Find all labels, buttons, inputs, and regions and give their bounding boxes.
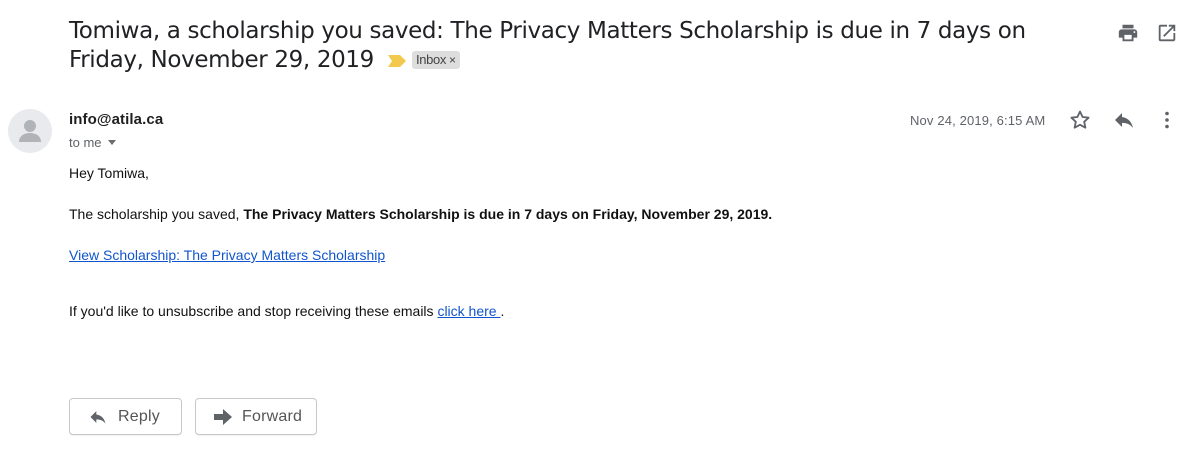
message-date: Nov 24, 2019, 6:15 AM	[910, 113, 1046, 128]
reply-icon[interactable]	[1112, 108, 1136, 132]
forward-button[interactable]: Forward	[195, 398, 317, 435]
body-paragraph-prefix: The scholarship you saved,	[69, 206, 244, 222]
person-icon	[19, 120, 41, 142]
recipient-label: to me	[69, 135, 102, 150]
unsubscribe-suffix: .	[500, 303, 505, 319]
sender-address: info@atila.ca	[69, 111, 164, 128]
forward-arrow-icon	[214, 408, 232, 425]
forward-button-label: Forward	[242, 407, 303, 425]
recipient-details-toggle[interactable]: to me	[69, 135, 116, 150]
inbox-label-text: Inbox	[415, 51, 447, 67]
chevron-down-icon	[107, 140, 116, 146]
star-icon[interactable]	[1068, 108, 1092, 132]
inbox-label: Inbox ×	[411, 50, 460, 69]
sender-avatar	[8, 109, 52, 153]
reply-button-label: Reply	[118, 407, 160, 425]
reply-arrow-icon	[90, 410, 106, 424]
body-paragraph-bold: The Privacy Matters Scholarship is due i…	[243, 206, 773, 222]
unsubscribe-paragraph: If you'd like to unsubscribe and stop re…	[69, 303, 504, 319]
subject-text: Tomiwa, a scholarship you saved: The Pri…	[69, 18, 1026, 73]
view-scholarship-link-text[interactable]: View Scholarship: The Privacy Matters Sc…	[69, 247, 385, 263]
more-vert-icon[interactable]	[1155, 108, 1179, 132]
unsubscribe-link[interactable]: click here	[437, 303, 500, 319]
body-paragraph: The scholarship you saved, The Privacy M…	[69, 206, 772, 222]
email-subject: Tomiwa, a scholarship you saved: The Pri…	[69, 17, 1079, 75]
view-scholarship-link[interactable]: View Scholarship: The Privacy Matters Sc…	[69, 247, 385, 263]
print-icon[interactable]	[1117, 22, 1139, 44]
greeting-text: Hey Tomiwa,	[69, 165, 149, 181]
importance-marker-icon[interactable]	[387, 46, 406, 75]
open-in-new-window-icon[interactable]	[1156, 22, 1178, 44]
remove-label-icon[interactable]: ×	[449, 53, 456, 67]
unsubscribe-prefix: If you'd like to unsubscribe and stop re…	[69, 303, 438, 319]
reply-button[interactable]: Reply	[69, 398, 182, 435]
